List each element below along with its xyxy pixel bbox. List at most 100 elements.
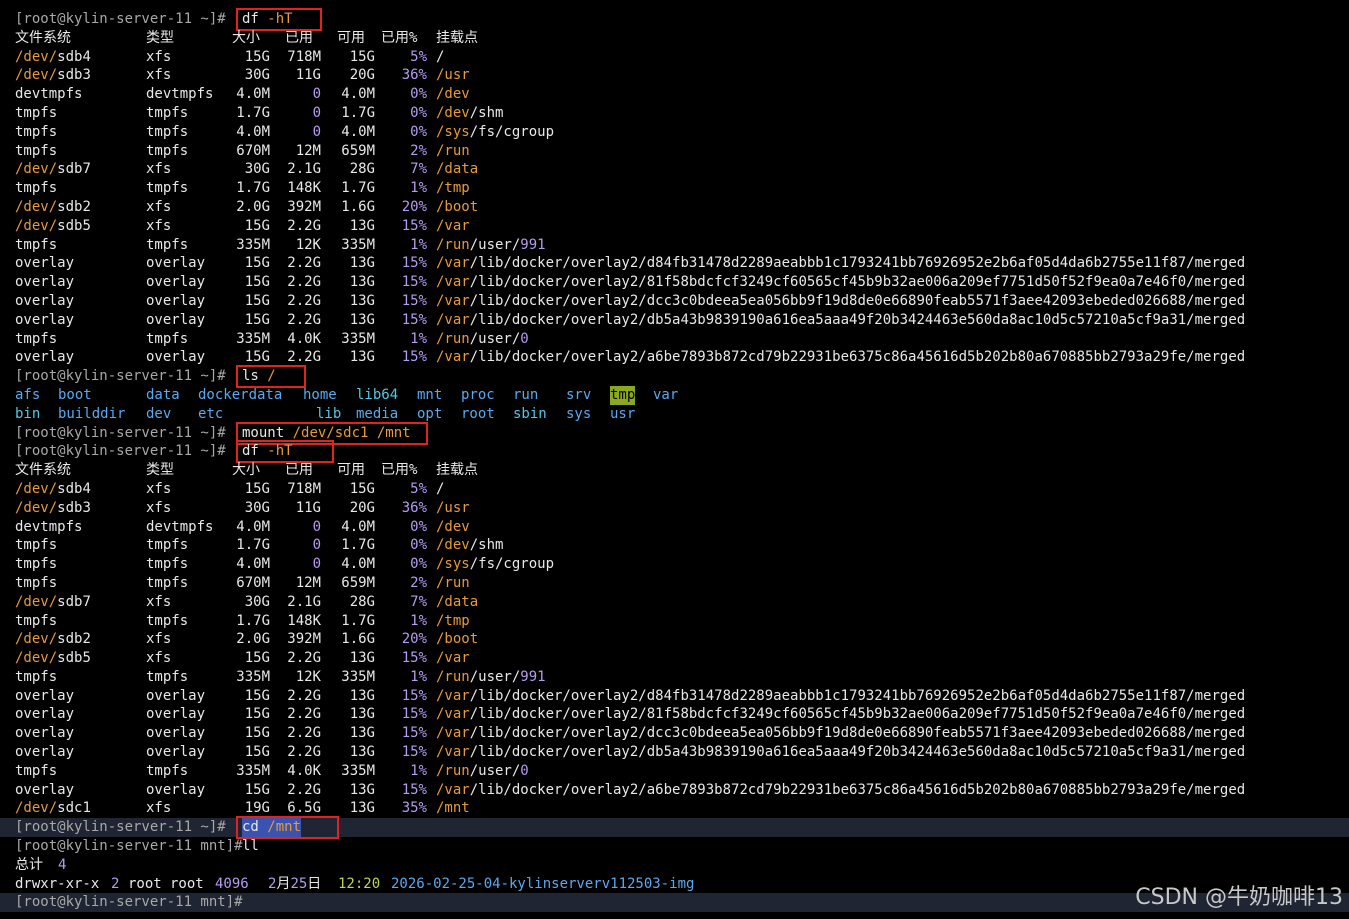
mount-point: /run [436, 142, 470, 161]
directory-entry[interactable]: run [513, 386, 538, 405]
filesystem-cell: /dev/sdb5 [15, 217, 91, 236]
directory-entry[interactable]: var [653, 386, 678, 405]
command-token: df [242, 11, 259, 27]
total-value: 4 [58, 856, 67, 873]
used-cell: 4.0K [287, 762, 321, 779]
mount-prefix: /dev [436, 104, 470, 121]
size-cell: 15G [244, 349, 270, 366]
mount-point: / [436, 48, 444, 67]
used-cell: 4.0K [287, 330, 321, 347]
mount-mid: /lib/docker/overlay2/ [469, 725, 647, 742]
type-cell: overlay [146, 706, 206, 723]
mount-root: / [436, 480, 445, 497]
filesystem-cell-text: tmpfs [15, 668, 58, 685]
mount-mid: /lib/docker/overlay2/ [469, 274, 647, 291]
directory-entry[interactable]: boot [58, 386, 92, 405]
filesystem-cell: tmpfs [15, 236, 57, 255]
filesystem-cell-dir: /dev/ [15, 499, 58, 516]
header-used: 已用 [285, 29, 313, 46]
usepct-cell: 0% [410, 104, 427, 121]
filesystem-cell-text: overlay [15, 349, 75, 366]
avail-cell: 4.0M [341, 86, 375, 103]
command-text[interactable]: df -hT [242, 10, 293, 29]
filesystem-cell: tmpfs [15, 123, 57, 142]
directory-entry[interactable]: proc [461, 386, 495, 405]
used-cell: 12M [295, 574, 321, 591]
filesystem-cell-dir: /dev/ [15, 480, 58, 497]
directory-entry[interactable]: etc [198, 405, 223, 424]
avail-cell: 335M [341, 236, 375, 253]
directory-entry[interactable]: dev [146, 405, 171, 424]
directory-entry[interactable]: lib64 [356, 386, 398, 405]
prompt-line: [root@kylin-server-11 ~]# df -hT [15, 440, 1349, 464]
df-row: overlay overlay 15G 2.2G 13G 15% /var/lib/dock… [15, 254, 1349, 273]
df-row: tmpfs tmpfs 335M 12K 335M 1% /run/user/991 [15, 668, 1349, 687]
mount-point: / [436, 480, 444, 499]
command-token: /mnt [368, 424, 411, 441]
filesystem-cell: /dev/sdb3 [15, 499, 91, 518]
avail-cell: 13G [349, 744, 375, 761]
directory-entry[interactable]: srv [566, 386, 591, 405]
directory-entry[interactable]: data [146, 386, 180, 405]
command-token: /mnt [258, 819, 302, 836]
used-cell: 2.1G [287, 593, 321, 610]
avail-cell: 335M [341, 762, 375, 779]
size-cell: 15G [244, 744, 270, 761]
command-token: / [258, 368, 276, 385]
filesystem-cell-text: overlay [15, 706, 75, 723]
mount-mid: /lib/docker/overlay2/ [469, 311, 647, 328]
type-cell: tmpfs [146, 537, 189, 554]
shell-prompt: [root@kylin-server-11 ~]# [15, 424, 226, 441]
filesystem-cell-leaf: sdb5 [57, 217, 91, 234]
command-text[interactable]: ls / [242, 367, 276, 386]
usepct-cell: 15% [401, 706, 427, 723]
terminal-window[interactable]: { "prompt_root": "[root@kylin-server-11 … [0, 0, 1349, 919]
mount-uid: 0 [520, 762, 529, 779]
type-cell: overlay [146, 687, 206, 704]
type-cell: tmpfs [146, 180, 189, 197]
command-text[interactable]: cd /mnt [242, 818, 302, 838]
mount-mid: /lib/docker/overlay2/ [469, 744, 647, 761]
mount-prefix: /var [436, 292, 470, 309]
size-cell: 15G [244, 706, 270, 723]
header-type: 类型 [146, 462, 174, 479]
directory-entry[interactable]: dockerdata [198, 386, 282, 405]
mount-point: /var/lib/docker/overlay2/db5a43b9839190a… [436, 311, 1245, 330]
usepct-cell: 36% [401, 67, 427, 84]
type-cell: tmpfs [146, 762, 189, 779]
mount-text: /tmp [436, 180, 470, 197]
directory-name[interactable]: 2026-02-25-04-kylinserverv112503-img [391, 875, 694, 894]
used-cell: 2.2G [287, 687, 321, 704]
mount-point: /usr [436, 499, 470, 518]
mount-prefix: /var [436, 311, 470, 328]
directory-entry[interactable]: sbin [513, 405, 547, 424]
mount-prefix: /sys [436, 123, 470, 140]
directory-entry[interactable]: sys [566, 405, 591, 424]
directory-entry[interactable]: lib [316, 405, 341, 424]
directory-entry[interactable]: afs [15, 386, 40, 405]
header-avail: 可用 [337, 29, 365, 46]
header-filesystem: 文件系统 [15, 462, 71, 479]
df-row: tmpfs tmpfs 670M 12M 659M 2% /run [15, 142, 1349, 161]
type-cell: xfs [146, 67, 172, 84]
directory-entry[interactable]: mnt [417, 386, 442, 405]
mount-mid: /lib/docker/overlay2/ [469, 255, 647, 272]
usepct-cell: 7% [410, 593, 427, 610]
command-text[interactable]: mount /dev/sdc1 /mnt [242, 424, 411, 443]
avail-cell: 28G [349, 593, 375, 610]
used-cell: 12K [295, 236, 321, 253]
directory-entry[interactable]: opt [417, 405, 442, 424]
directory-entry[interactable]: usr [610, 405, 635, 424]
filesystem-cell-dir: /dev/ [15, 67, 58, 84]
df-row: /dev/sdb2 xfs 2.0G 392M 1.6G 20% /boot [15, 198, 1349, 217]
directory-entry[interactable]: builddir [58, 405, 125, 424]
directory-entry[interactable]: root [461, 405, 495, 424]
command-text[interactable]: df -hT [242, 442, 293, 461]
link-count: 2 [111, 875, 120, 892]
directory-entry[interactable]: bin [15, 405, 40, 424]
directory-entry[interactable]: home [303, 386, 337, 405]
command-text[interactable]: ll [242, 837, 259, 856]
directory-entry[interactable]: media [356, 405, 398, 424]
directory-entry[interactable]: tmp [610, 385, 636, 405]
df-row: tmpfs tmpfs 4.0M 0 4.0M 0% /sys/fs/cgroup [15, 555, 1349, 574]
